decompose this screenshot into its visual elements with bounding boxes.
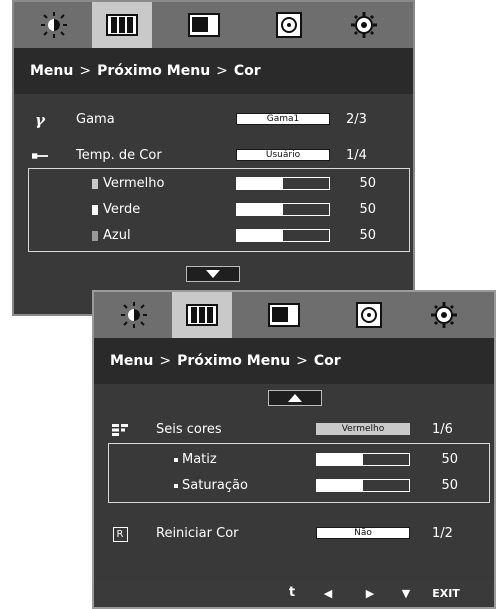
scroll-down-button[interactable] — [186, 266, 240, 282]
breadcrumb-separator: > — [216, 63, 228, 79]
hue-row[interactable]: Matiz 50 — [94, 448, 494, 472]
hue-bullet — [174, 458, 178, 462]
disc-icon — [276, 12, 302, 38]
breadcrumb-current: Cor — [313, 353, 341, 369]
tab-picture[interactable] — [254, 292, 314, 338]
gamma-position: 2/3 — [346, 112, 367, 127]
osd-body: γ Gama Gama1 2/3 Temp. de Cor Usuário 1/… — [14, 94, 413, 314]
reset-color-position: 1/2 — [432, 526, 453, 541]
gear-icon — [431, 302, 457, 328]
breadcrumb-separator: > — [79, 63, 92, 79]
power-led-icon[interactable]: t — [280, 585, 304, 600]
blue-slider-fill — [237, 230, 283, 241]
red-value: 50 — [359, 176, 376, 191]
breadcrumb-menu[interactable]: Menu — [110, 353, 153, 369]
blue-value: 50 — [359, 228, 376, 243]
six-colors-icon — [112, 422, 128, 438]
reset-color-row[interactable]: R Reiniciar Cor Não 1/2 — [94, 522, 494, 546]
red-slider[interactable] — [236, 177, 330, 190]
saturation-bullet — [174, 484, 178, 488]
gamma-icon: γ — [35, 111, 45, 129]
blue-slider[interactable] — [236, 229, 330, 242]
tab-sound[interactable] — [259, 2, 319, 48]
tab-color[interactable] — [172, 292, 232, 338]
gamma-row[interactable]: γ Gama Gama1 2/3 — [14, 108, 413, 132]
saturation-slider-fill — [317, 480, 363, 491]
color-bars-icon — [186, 304, 218, 326]
color-bars-icon — [106, 14, 138, 36]
color-temp-label: Temp. de Cor — [76, 148, 162, 163]
exit-button[interactable]: EXIT — [424, 587, 468, 600]
color-temp-value[interactable]: Usuário — [236, 149, 330, 161]
red-label: Vermelho — [103, 176, 165, 191]
six-colors-value[interactable]: Vermelho — [316, 423, 410, 435]
tab-color[interactable] — [92, 2, 152, 48]
breadcrumb-next-menu[interactable]: Próximo Menu — [97, 63, 210, 79]
red-slider-fill — [237, 178, 283, 189]
saturation-slider[interactable] — [316, 479, 410, 492]
osd-tab-bar — [14, 2, 413, 48]
down-arrow-icon[interactable]: ▼ — [394, 587, 418, 600]
green-slider[interactable] — [236, 203, 330, 216]
reset-color-value[interactable]: Não — [316, 527, 410, 539]
reset-color-label: Reiniciar Cor — [156, 526, 239, 541]
hue-label: Matiz — [182, 452, 217, 467]
saturation-value: 50 — [441, 478, 458, 493]
gamma-label: Gama — [76, 112, 115, 127]
disc-icon — [356, 302, 382, 328]
breadcrumb-separator: > — [159, 353, 172, 369]
saturation-label: Saturação — [182, 478, 248, 493]
red-row[interactable]: Vermelho 50 — [14, 172, 413, 196]
gamma-value[interactable]: Gama1 — [236, 113, 330, 125]
osd-color-panel-2: Menu > Próximo Menu > Cor Seis cores Ver… — [92, 290, 496, 609]
tab-sound[interactable] — [339, 292, 399, 338]
six-colors-label: Seis cores — [156, 422, 222, 437]
blue-label: Azul — [103, 228, 131, 243]
breadcrumb-current: Cor — [233, 63, 261, 79]
hue-slider[interactable] — [316, 453, 410, 466]
green-label: Verde — [103, 202, 141, 217]
hue-slider-fill — [317, 454, 363, 465]
brightness-icon — [121, 302, 147, 328]
blue-row[interactable]: Azul 50 — [14, 224, 413, 248]
brightness-icon — [41, 12, 67, 38]
picture-icon — [188, 13, 220, 37]
tab-settings[interactable] — [334, 2, 394, 48]
tab-brightness[interactable] — [104, 292, 164, 338]
breadcrumb-next-menu[interactable]: Próximo Menu — [177, 353, 290, 369]
left-arrow-icon[interactable]: ◀ — [316, 587, 340, 600]
color-temp-position: 1/4 — [346, 148, 367, 163]
tab-brightness[interactable] — [24, 2, 84, 48]
reset-icon: R — [112, 526, 128, 542]
osd-tab-bar — [94, 292, 494, 338]
breadcrumb-separator: > — [296, 353, 308, 369]
six-colors-position: 1/6 — [432, 422, 453, 437]
tab-picture[interactable] — [174, 2, 234, 48]
breadcrumb-menu[interactable]: Menu — [30, 63, 73, 79]
green-value: 50 — [359, 202, 376, 217]
red-marker — [92, 179, 98, 189]
scroll-up-button[interactable] — [268, 390, 322, 406]
triangle-up-icon — [288, 394, 302, 402]
right-arrow-icon[interactable]: ▶ — [358, 587, 382, 600]
blue-marker — [92, 231, 98, 241]
triangle-down-icon — [206, 270, 220, 278]
osd-body: Seis cores Vermelho 1/6 Matiz 50 Saturaç… — [94, 384, 494, 581]
gear-icon — [351, 12, 377, 38]
breadcrumb: Menu > Próximo Menu > Cor — [94, 338, 494, 384]
osd-footer: t ◀ ▶ ▼ EXIT — [94, 581, 494, 607]
green-row[interactable]: Verde 50 — [14, 198, 413, 222]
breadcrumb: Menu > Próximo Menu > Cor — [14, 48, 413, 94]
picture-icon — [268, 303, 300, 327]
color-temp-row[interactable]: Temp. de Cor Usuário 1/4 — [14, 144, 413, 168]
six-colors-row[interactable]: Seis cores Vermelho 1/6 — [94, 418, 494, 442]
green-slider-fill — [237, 204, 283, 215]
saturation-row[interactable]: Saturação 50 — [94, 474, 494, 498]
green-marker — [92, 205, 98, 215]
hue-value: 50 — [441, 452, 458, 467]
osd-color-panel-1: Menu > Próximo Menu > Cor γ Gama Gama1 2… — [12, 0, 415, 316]
color-temp-icon — [32, 148, 48, 164]
tab-settings[interactable] — [414, 292, 474, 338]
